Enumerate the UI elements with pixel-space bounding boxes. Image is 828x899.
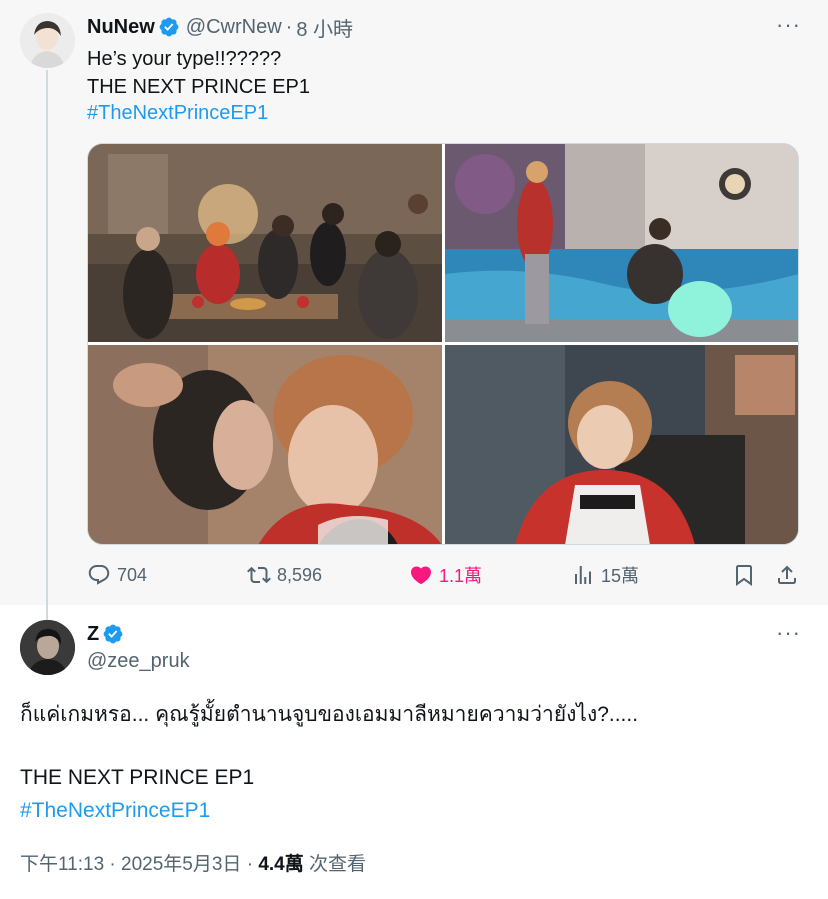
separator-dot: · [285, 15, 293, 38]
more-options-icon[interactable]: ··· [776, 622, 800, 650]
heart-icon [410, 566, 432, 585]
reply-icon [88, 565, 110, 585]
bookmark-icon [736, 565, 752, 586]
avatar-z[interactable] [20, 620, 75, 675]
like-count: 1.1萬 [439, 566, 483, 586]
views-button[interactable]: 15萬 [571, 560, 639, 590]
hashtag-link[interactable]: #TheNextPrinceEP1 [87, 99, 268, 127]
repost-count: 8,596 [277, 564, 323, 585]
tweet-text-show-line: THE NEXT PRINCE EP1 [20, 766, 255, 789]
media-photo-armchair[interactable] [445, 345, 798, 544]
avatar-nunew[interactable] [20, 13, 75, 68]
tweet-text: He’s your type!!????? THE NEXT PRINCE EP… [87, 48, 311, 98]
handle[interactable]: @zee_pruk [87, 650, 190, 673]
action-bar: 704 8,596 1.1萬 15萬 [87, 560, 799, 590]
hashtag-link[interactable]: #TheNextPrinceEP1 [20, 796, 210, 826]
share-icon [778, 565, 796, 584]
verified-badge-icon [159, 17, 179, 37]
timestamp[interactable]: 下午11:13 · 2025年5月3日 · [20, 854, 258, 875]
tweet-meta: 下午11:13 · 2025年5月3日 · 4.4萬 次查看 [20, 851, 366, 879]
media-photo-closeup[interactable] [88, 345, 442, 544]
like-button[interactable]: 1.1萬 [409, 560, 482, 590]
handle[interactable]: @CwrNew [186, 16, 282, 39]
share-button[interactable] [775, 560, 805, 590]
parent-tweet[interactable]: NuNew @CwrNew · 8 小時 ··· He’s your type!… [0, 0, 828, 620]
reply-count: 704 [117, 564, 148, 585]
views-count: 15萬 [601, 566, 640, 586]
bookmark-button[interactable] [732, 560, 762, 590]
display-name[interactable]: Z [87, 623, 99, 646]
repost-button[interactable]: 8,596 [247, 560, 322, 590]
views-chart-icon [575, 566, 591, 584]
views-label: 次查看 [303, 854, 367, 875]
repost-icon [247, 566, 271, 584]
media-photo-party[interactable] [88, 144, 442, 342]
tweet-text: ก็แค่เกมหรอ... คุณรู้มั้ยตำนานจูบของเอมม… [20, 703, 639, 726]
media-grid [87, 143, 799, 545]
more-options-icon[interactable]: ··· [776, 14, 800, 42]
thread-connector-line [46, 70, 48, 620]
display-name[interactable]: NuNew [87, 16, 155, 39]
post-time[interactable]: 8 小時 [296, 13, 353, 42]
reply-button[interactable]: 704 [87, 560, 147, 590]
media-photo-pool[interactable] [445, 144, 798, 342]
verified-badge-icon [103, 624, 123, 644]
views-total: 4.4萬 [258, 854, 304, 875]
